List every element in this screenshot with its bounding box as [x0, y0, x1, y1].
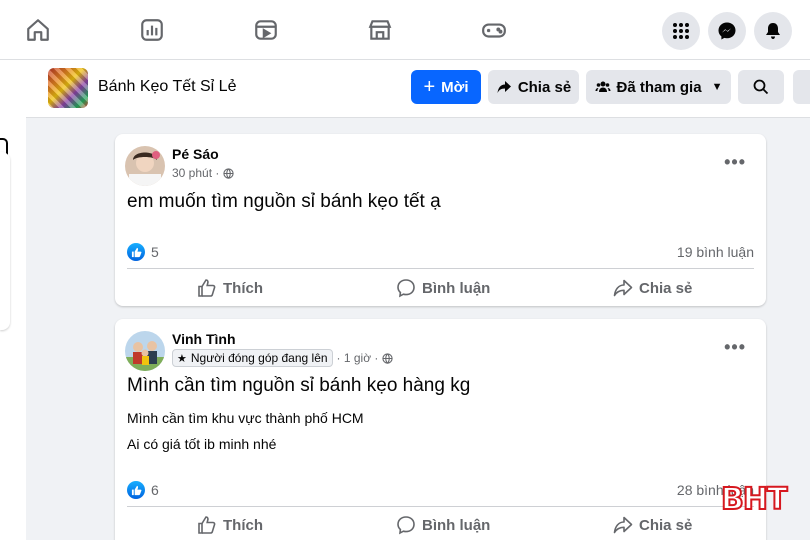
plus-icon: +	[423, 76, 436, 98]
members-icon	[595, 81, 611, 92]
caret-down-icon: ▼	[711, 81, 723, 93]
post-card: Pé Sáo 30 phút · ••• em muốn tìm nguồn s…	[115, 134, 766, 306]
reaction-count: 6	[151, 482, 159, 498]
post-time[interactable]: · 1 giờ ·	[337, 351, 379, 365]
comment-count[interactable]: 19 bình luận	[677, 244, 754, 260]
reaction-count: 5	[151, 244, 159, 260]
top-navigation-bar	[0, 0, 810, 60]
like-button[interactable]: Thích	[197, 515, 263, 535]
comment-button[interactable]: Bình luận	[396, 515, 490, 535]
post-body-line: Mình cần tìm khu vực thành phố HCM	[127, 410, 364, 426]
post-meta: ★ Người đóng góp đang lên · 1 giờ ·	[172, 349, 394, 367]
more-options-icon[interactable]: •••	[724, 152, 746, 173]
divider	[127, 268, 754, 269]
globe-icon	[223, 167, 235, 179]
post-author[interactable]: Pé Sáo	[172, 146, 219, 162]
search-icon	[753, 79, 769, 95]
video-icon[interactable]	[248, 12, 284, 48]
star-icon: ★	[177, 352, 187, 365]
share-group-button[interactable]: Chia sẻ	[488, 70, 579, 104]
share-button-label: Chia sẻ	[639, 279, 693, 297]
marketplace-icon[interactable]	[362, 12, 398, 48]
reaction-summary[interactable]: 5	[127, 243, 159, 261]
comment-icon	[397, 516, 415, 535]
watermark-logo: BHT	[720, 481, 788, 518]
like-reaction-icon	[127, 481, 145, 499]
more-options-icon[interactable]: •••	[724, 337, 746, 358]
pages-icon[interactable]	[134, 12, 170, 48]
post-title: Mình cần tìm nguồn sỉ bánh kẹo hàng kg	[127, 375, 471, 396]
messenger-icon[interactable]	[708, 12, 746, 50]
gaming-icon[interactable]	[476, 12, 512, 48]
avatar[interactable]	[125, 331, 165, 371]
joined-button-label: Đã tham gia	[616, 78, 702, 96]
post-time[interactable]: 30 phút ·	[172, 166, 219, 180]
like-icon	[198, 279, 216, 297]
menu-grid-icon[interactable]	[662, 12, 700, 50]
group-thumbnail[interactable]	[48, 68, 88, 108]
search-group-button[interactable]	[738, 70, 784, 104]
left-card-fragment	[0, 152, 10, 330]
comment-button-label: Bình luận	[422, 516, 491, 534]
invite-button[interactable]: + Mời	[411, 70, 481, 104]
more-options-button-fragment[interactable]	[793, 70, 810, 104]
globe-icon	[382, 352, 394, 364]
contributor-badge-label: Người đóng góp đang lên	[190, 351, 328, 365]
contributor-badge[interactable]: ★ Người đóng góp đang lên	[172, 349, 333, 367]
post-author[interactable]: Vinh Tình	[172, 331, 236, 347]
share-icon	[497, 81, 511, 93]
share-button[interactable]: Chia sẻ	[613, 515, 692, 535]
invite-button-label: Mời	[441, 78, 469, 96]
like-reaction-icon	[127, 243, 145, 261]
group-header: Bánh Kẹo Tết Sỉ Lẻ + Mời Chia sẻ Đã tham…	[26, 60, 810, 118]
like-button-label: Thích	[223, 279, 263, 297]
bell-icon[interactable]	[754, 12, 792, 50]
like-button-label: Thích	[223, 516, 263, 534]
post-card: Vinh Tình ★ Người đóng góp đang lên · 1 …	[115, 319, 766, 540]
share-icon	[613, 279, 633, 297]
post-meta: 30 phút ·	[172, 166, 235, 180]
share-button[interactable]: Chia sẻ	[613, 278, 692, 298]
post-body-line: Ai có giá tốt ib minh nhé	[127, 436, 277, 452]
like-button[interactable]: Thích	[197, 278, 263, 298]
share-group-button-label: Chia sẻ	[517, 78, 572, 96]
like-icon	[198, 516, 216, 534]
reaction-summary[interactable]: 6	[127, 481, 159, 499]
post-text: em muốn tìm nguồn sỉ bánh kẹo tết ạ	[127, 191, 441, 212]
avatar[interactable]	[125, 146, 165, 186]
share-button-label: Chia sẻ	[639, 516, 693, 534]
joined-dropdown-button[interactable]: Đã tham gia ▼	[586, 70, 731, 104]
divider	[127, 506, 754, 507]
share-icon	[613, 516, 633, 534]
group-name[interactable]: Bánh Kẹo Tết Sỉ Lẻ	[98, 78, 236, 96]
home-icon[interactable]	[20, 12, 56, 48]
comment-icon	[397, 279, 415, 298]
comment-button[interactable]: Bình luận	[396, 278, 490, 298]
comment-button-label: Bình luận	[422, 279, 491, 297]
